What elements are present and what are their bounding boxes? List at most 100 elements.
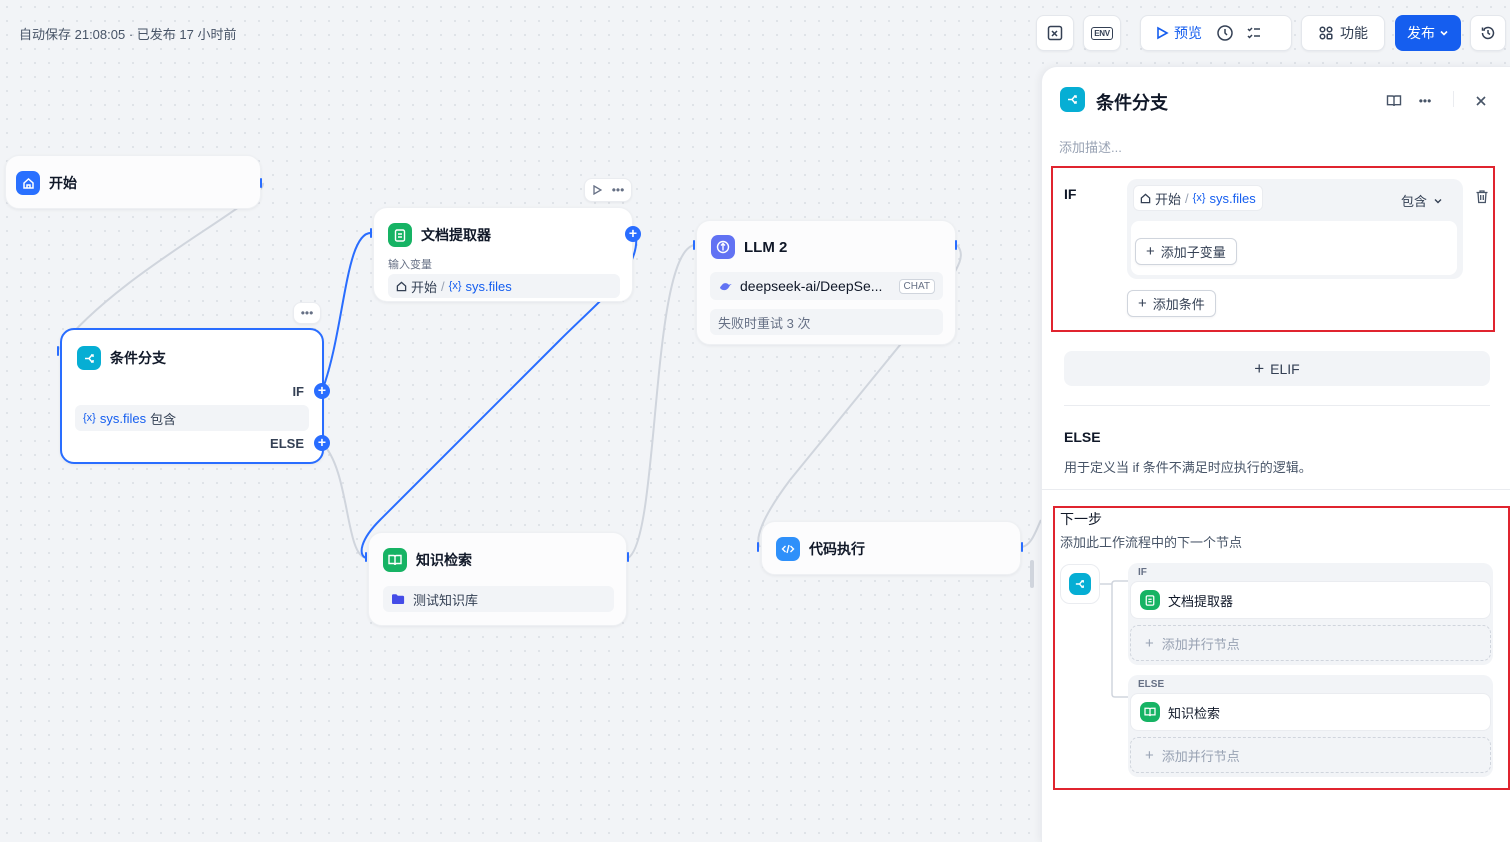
plus-icon: + <box>1146 243 1155 260</box>
more-icon[interactable]: ••• <box>612 183 625 197</box>
else-target-node[interactable]: 知识检索 <box>1130 693 1491 731</box>
node-if-else[interactable]: 条件分支 IF {x} sys.files 包含 ELSE <box>60 328 324 464</box>
if-label: IF <box>1064 186 1077 202</box>
book-open-icon <box>1386 95 1402 107</box>
header-divider <box>1453 91 1454 107</box>
branch-icon <box>1060 87 1085 112</box>
condition-variable: sys.files <box>99 410 147 426</box>
if-add-handle[interactable]: + <box>314 383 330 399</box>
condition-variable-pill[interactable]: 开始 / {x} sys.files <box>1133 185 1263 211</box>
else-description: 用于定义当 if 条件不满足时应执行的逻辑。 <box>1064 460 1312 475</box>
home-icon <box>1140 193 1151 203</box>
home-icon <box>16 171 40 195</box>
else-label: ELSE <box>1064 429 1101 445</box>
node-knowledge-retrieval[interactable]: 知识检索 测试知识库 <box>368 532 627 626</box>
code-icon <box>776 537 800 561</box>
node-start[interactable]: 开始 <box>5 155 261 209</box>
input-var-field: 开始 / {x} sys.files <box>388 274 620 298</box>
variable-icon: {x} <box>448 280 462 292</box>
docextractor-actions: ••• <box>584 178 632 202</box>
condition-operator: 包含 <box>150 411 177 427</box>
ifelse-input-handle[interactable] <box>57 346 59 356</box>
add-elif-button[interactable]: + ELIF <box>1064 351 1490 386</box>
more-button[interactable]: ••• <box>1413 89 1437 113</box>
code-output-handle[interactable] <box>1021 542 1023 552</box>
edge-else-knowledge <box>321 442 367 559</box>
description-input[interactable]: 添加描述... <box>1059 137 1122 156</box>
edge-knowledge-llm <box>627 244 696 559</box>
node-title: LLM 2 <box>744 238 788 256</box>
operator-select[interactable]: 包含 <box>1401 191 1443 210</box>
plus-icon: + <box>317 434 327 450</box>
folder-icon <box>392 594 405 604</box>
section-divider <box>1042 489 1510 490</box>
code-input-handle[interactable] <box>757 542 759 552</box>
model-selector: deepseek-ai/DeepSe... CHAT <box>710 272 943 300</box>
path-separator: / <box>1185 190 1189 206</box>
run-node-icon[interactable] <box>592 185 602 195</box>
current-node-tile <box>1060 564 1100 604</box>
docextractor-add-handle[interactable]: + <box>625 226 641 242</box>
condition-variable: sys.files <box>1209 190 1256 206</box>
llm-input-handle[interactable] <box>693 240 695 250</box>
else-label: ELSE <box>270 436 304 451</box>
add-parallel-label: 添加并行节点 <box>1161 748 1240 764</box>
source-node-name: 开始 <box>411 279 438 295</box>
more-icon: ••• <box>300 306 314 320</box>
llm-output-handle[interactable] <box>955 240 957 250</box>
add-parallel-node-if[interactable]: + 添加并行节点 <box>1130 625 1491 661</box>
panel-resize-handle[interactable] <box>1030 560 1034 588</box>
node-llm[interactable]: LLM 2 deepseek-ai/DeepSe... CHAT 失败时重试 3… <box>696 220 956 345</box>
retry-text: 失败时重试 3 次 <box>718 315 811 331</box>
add-sub-variable-button[interactable]: + 添加子变量 <box>1135 238 1237 265</box>
node-title: 代码执行 <box>809 541 865 557</box>
edge-code-out <box>1021 519 1042 548</box>
document-icon <box>1140 590 1160 610</box>
branch-else-label: ELSE <box>1138 679 1165 690</box>
if-target-name: 文档提取器 <box>1168 593 1234 609</box>
panel-title: 条件分支 <box>1096 93 1168 113</box>
branch-if-label: IF <box>1138 567 1147 578</box>
condition-card: 开始 / {x} sys.files 包含 + 添加子变量 <box>1127 179 1463 279</box>
node-title: 开始 <box>49 175 77 191</box>
else-add-handle[interactable]: + <box>314 435 330 451</box>
start-output-handle[interactable] <box>260 178 262 188</box>
knowledge-output-handle[interactable] <box>627 552 629 562</box>
dataset-name: 测试知识库 <box>413 592 479 608</box>
close-icon <box>1476 96 1486 106</box>
add-parallel-label: 添加并行节点 <box>1161 636 1240 652</box>
close-button[interactable] <box>1469 89 1493 113</box>
book-icon <box>383 548 407 572</box>
plus-icon: + <box>1145 634 1154 652</box>
if-target-node[interactable]: 文档提取器 <box>1130 581 1491 619</box>
knowledge-input-handle[interactable] <box>365 552 367 562</box>
plus-icon: + <box>628 225 638 241</box>
variable-icon: {x} <box>83 412 96 424</box>
if-branch-group: IF 文档提取器 + 添加并行节点 <box>1128 563 1493 665</box>
docs-button[interactable] <box>1382 89 1406 113</box>
add-condition-label: 添加条件 <box>1152 297 1205 312</box>
node-code[interactable]: 代码执行 <box>761 521 1021 575</box>
node-config-panel: 条件分支 ••• 添加描述... IF 开始 / {x} sys.files 包… <box>1041 66 1510 842</box>
docextractor-input-handle[interactable] <box>370 228 372 238</box>
elif-label: ELIF <box>1270 360 1300 377</box>
node-title: 条件分支 <box>110 350 166 366</box>
add-sub-variable-label: 添加子变量 <box>1160 245 1226 260</box>
section-divider <box>1064 405 1490 406</box>
add-condition-button[interactable]: + 添加条件 <box>1127 290 1216 317</box>
more-icon: ••• <box>1418 94 1432 108</box>
plus-icon: + <box>1138 295 1147 312</box>
input-var-label: 输入变量 <box>388 259 432 271</box>
delete-condition-button[interactable] <box>1473 187 1491 205</box>
trash-icon <box>1476 189 1488 203</box>
node-doc-extractor[interactable]: 文档提取器 输入变量 开始 / {x} sys.files <box>373 207 633 302</box>
condition-summary: {x} sys.files 包含 <box>75 405 309 431</box>
next-step-description: 添加此工作流程中的下一个节点 <box>1060 535 1243 550</box>
plus-icon: + <box>1145 746 1154 764</box>
node-title: 文档提取器 <box>421 227 491 243</box>
else-target-name: 知识检索 <box>1168 705 1221 721</box>
ifelse-more-button[interactable]: ••• <box>293 302 321 324</box>
add-parallel-node-else[interactable]: + 添加并行节点 <box>1130 737 1491 773</box>
retry-info: 失败时重试 3 次 <box>710 309 943 335</box>
branch-connector <box>1100 580 1128 698</box>
